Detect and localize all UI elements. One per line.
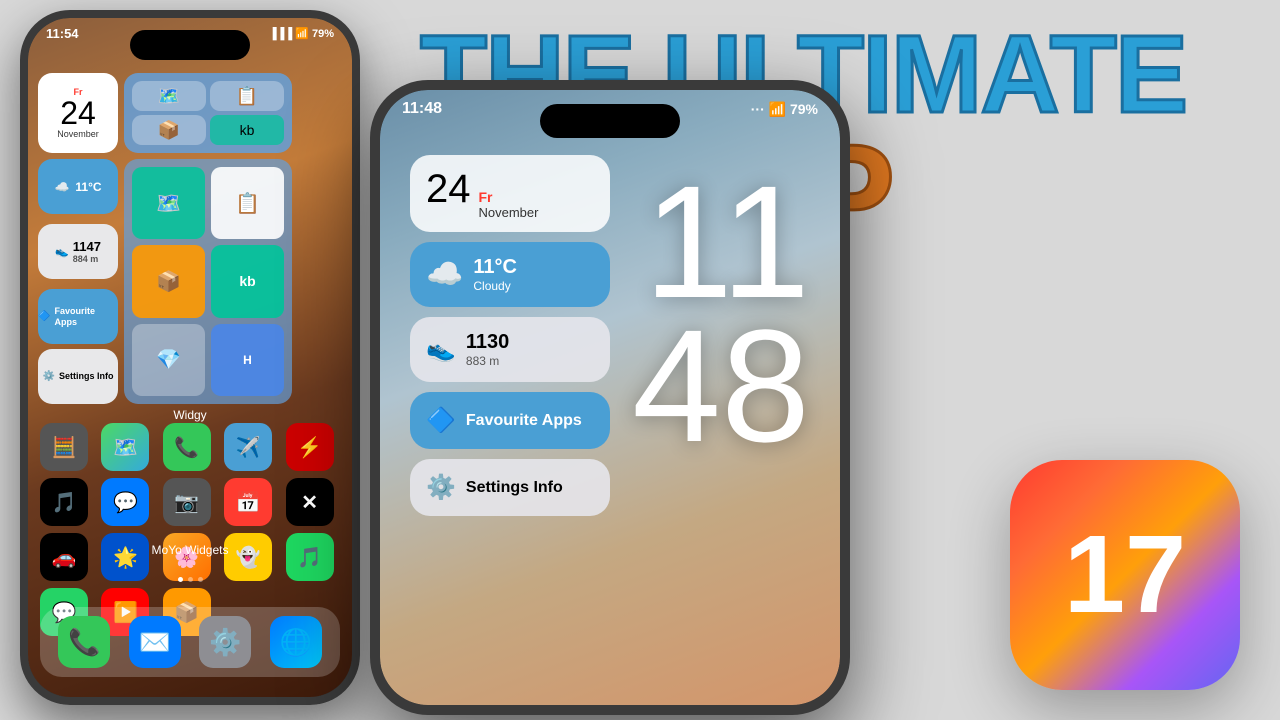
- app-spotify[interactable]: 🎵: [286, 533, 334, 581]
- dock-mail[interactable]: ✉️: [129, 616, 181, 668]
- center-time-display: 11 48: [632, 170, 810, 458]
- grid-icon-5: 💎: [132, 324, 205, 396]
- left-time: 11:54: [46, 26, 79, 41]
- center-fav-label: Favourite Apps: [466, 411, 582, 430]
- center-time: 11:48: [402, 100, 442, 118]
- dock-phone[interactable]: 📞: [58, 616, 110, 668]
- center-minutes: 48: [632, 314, 810, 458]
- left-phone: 11:54 ▐▐▐ 📶 79% Fr 24 November 🗺️ 📋: [20, 10, 370, 710]
- left-fav-widget: 🔷 Favourite Apps: [38, 289, 118, 344]
- dot-2: [188, 577, 193, 582]
- center-steps-widget: 👟 1130 883 m: [410, 317, 610, 382]
- center-weather-icon: ☁️: [426, 257, 463, 292]
- center-steps-dist: 883 m: [466, 354, 509, 368]
- app-tesla[interactable]: ⚡: [286, 423, 334, 471]
- app-tiktok[interactable]: 🎵: [40, 478, 88, 526]
- center-phone-frame: 11:48 ··· 📶 79% 24 Fr November ☁️ 1: [370, 80, 850, 715]
- center-weather-desc: Cloudy: [473, 279, 517, 293]
- page-dots: [28, 577, 352, 582]
- center-date-widget: 24 Fr November: [410, 155, 610, 232]
- app-uber[interactable]: 🚗: [40, 533, 88, 581]
- ios17-label: 17: [1064, 520, 1186, 630]
- left-settings-label: Settings Info: [59, 371, 114, 382]
- center-phone: 11:48 ··· 📶 79% 24 Fr November ☁️ 1: [370, 80, 860, 720]
- left-widget-row1: Fr 24 November 🗺️ 📋 📦 kb: [38, 73, 342, 153]
- left-fav-label: Favourite Apps: [54, 306, 118, 328]
- dock-settings[interactable]: ⚙️: [199, 616, 251, 668]
- left-grid-widget: 🗺️ 📋 📦 kb: [124, 73, 292, 153]
- app-messages[interactable]: 💬: [101, 478, 149, 526]
- center-phone-status: 11:48 ··· 📶 79%: [402, 100, 818, 118]
- center-date-num: 24: [426, 167, 471, 212]
- left-phone-status: 11:54 ▐▐▐ 📶 79%: [46, 26, 334, 41]
- dot-3: [198, 577, 203, 582]
- left-grid2: 🗺️ 📋 📦 kb 💎 H: [124, 159, 292, 404]
- left-app-grid: 🧮 🗺️ 📞 ✈️ ⚡ 🎵 💬 📷 📅 ✕ 🚗 🌟 🌸 👻 🎵 💬 ▶️ 📦: [40, 423, 340, 636]
- app-twitter[interactable]: ✕: [286, 478, 334, 526]
- reminders-icon: 📋: [210, 81, 284, 111]
- left-steps-count: 1147: [73, 239, 101, 254]
- moyo-label: MoYo Widgets: [28, 543, 352, 557]
- grid-icon-2: 📋: [211, 167, 284, 239]
- left-steps-dist: 884 m: [73, 254, 101, 264]
- settings-gear-icon: ⚙️: [43, 371, 55, 382]
- grid-icon-4: kb: [211, 245, 284, 317]
- weather-temp: 11°C: [75, 180, 101, 194]
- center-fav-icon: 🔷: [426, 406, 456, 435]
- left-dock: 📞 ✉️ ⚙️ 🌐: [40, 607, 340, 677]
- ios17-icon: 17: [1010, 460, 1240, 690]
- fav-apps-icon: 🔷: [38, 311, 50, 322]
- left-weather-widget: ☁️ 11°C: [38, 159, 118, 214]
- center-weather-temp: 11°C: [473, 256, 517, 279]
- center-settings-label: Settings Info: [466, 478, 563, 497]
- grid-icon-3: 📦: [132, 245, 205, 317]
- app-telegram[interactable]: ✈️: [224, 423, 272, 471]
- grid-icon-6: H: [211, 324, 284, 396]
- left-date-month: November: [57, 129, 99, 139]
- center-settings-icon: ⚙️: [426, 473, 456, 502]
- center-steps-count: 1130: [466, 331, 509, 354]
- app-walmart[interactable]: 🌟: [101, 533, 149, 581]
- app-calendar[interactable]: 📅: [224, 478, 272, 526]
- kleinanzeigen-icon: kb: [210, 115, 284, 145]
- left-battery: ▐▐▐ 📶 79%: [269, 27, 334, 40]
- app-maps[interactable]: 🗺️: [101, 423, 149, 471]
- grid-icon-1: 🗺️: [132, 167, 205, 239]
- center-fav-widget: 🔷 Favourite Apps: [410, 392, 610, 449]
- left-col1: ☁️ 11°C 👟 1147 884 m 🔷 Favou: [38, 159, 118, 404]
- app-phone[interactable]: 📞: [163, 423, 211, 471]
- left-phone-frame: 11:54 ▐▐▐ 📶 79% Fr 24 November 🗺️ 📋: [20, 10, 360, 705]
- center-date-day: Fr: [479, 189, 539, 205]
- steps-icon: 👟: [55, 245, 69, 258]
- center-battery: ··· 📶 79%: [751, 101, 818, 118]
- amazon-icon: 📦: [132, 115, 206, 145]
- app-camera[interactable]: 📷: [163, 478, 211, 526]
- center-widgets: 24 Fr November ☁️ 11°C Cloudy 👟: [410, 155, 610, 516]
- left-widgets: Fr 24 November 🗺️ 📋 📦 kb: [38, 73, 342, 404]
- weather-cloud-icon: ☁️: [54, 180, 69, 194]
- left-widget-row2: ☁️ 11°C 👟 1147 884 m 🔷 Favou: [38, 159, 342, 404]
- widgy-label: Widgy: [28, 408, 352, 422]
- center-hours: 11: [632, 170, 810, 314]
- dot-1: [178, 577, 183, 582]
- app-photos[interactable]: 🌸: [163, 533, 211, 581]
- app-snapchat[interactable]: 👻: [224, 533, 272, 581]
- center-phone-screen: 11:48 ··· 📶 79% 24 Fr November ☁️ 1: [380, 90, 840, 705]
- left-date-num: 24: [60, 97, 96, 129]
- center-weather-widget: ☁️ 11°C Cloudy: [410, 242, 610, 307]
- left-phone-screen: 11:54 ▐▐▐ 📶 79% Fr 24 November 🗺️ 📋: [28, 18, 352, 697]
- center-settings-widget: ⚙️ Settings Info: [410, 459, 610, 516]
- center-date-month: November: [479, 205, 539, 220]
- left-steps-widget: 👟 1147 884 m: [38, 224, 118, 279]
- center-steps-icon: 👟: [426, 335, 456, 364]
- dock-safari[interactable]: 🌐: [270, 616, 322, 668]
- left-settings-widget: ⚙️ Settings Info: [38, 349, 118, 404]
- left-date-widget: Fr 24 November: [38, 73, 118, 153]
- app-calculator[interactable]: 🧮: [40, 423, 88, 471]
- maps-icon: 🗺️: [132, 81, 206, 111]
